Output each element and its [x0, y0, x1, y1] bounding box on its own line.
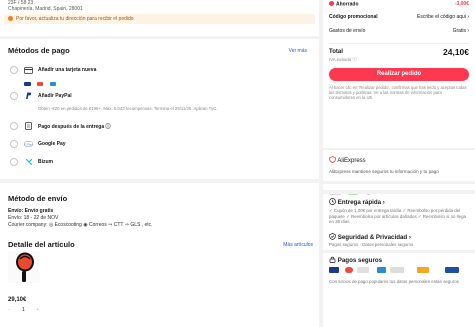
benefits-panel: Entrega rápida › ✓ Cupón de 1,00€ por en… [323, 184, 475, 327]
safekey-icon [390, 267, 404, 273]
total-label: Total [329, 49, 343, 55]
increase-button[interactable]: + [36, 307, 39, 313]
payment-method-google-pay[interactable]: G Pay Google Pay [10, 137, 310, 151]
promo-label: Código promocional [329, 14, 378, 20]
decrease-button[interactable]: − [8, 307, 11, 313]
legal-text: Al hacer clic en 'Realizar pedido', conf… [329, 85, 467, 101]
shield-icon [329, 156, 336, 163]
amex-icon [49, 81, 56, 86]
address-warning[interactable]: Por favor, actualiza tu dirección para r… [4, 14, 315, 24]
product-image[interactable] [8, 251, 40, 283]
order-summary-panel: Ahorrado -3,00€ Código promocional Escri… [323, 0, 475, 148]
address-panel: 23F / 58 23 Chapinería, Madrid, Spain, 2… [0, 0, 319, 36]
warning-text: Por favor, actualiza tu dirección para r… [16, 15, 134, 22]
shipping-cost-value[interactable]: Gratis › [453, 28, 469, 34]
visa-icon [24, 81, 31, 86]
more-items-link[interactable]: Más artículos [283, 242, 313, 248]
jcb-icon [445, 267, 459, 273]
item-title: Detalle del artículo [8, 240, 75, 249]
security-title[interactable]: Seguridad & Privacidad › [329, 233, 411, 241]
secure-payments-text: Con socios de pago populares tus datos p… [329, 279, 459, 284]
radio-button[interactable] [10, 122, 18, 130]
invoice-icon [24, 122, 33, 130]
padel-racket-icon [16, 252, 34, 282]
paypal-note: Obtén -€20 en pedidos de €199+. Máx. 5.0… [38, 106, 218, 111]
secure-payments-title: Pagos seguros [329, 256, 382, 264]
shipping-panel: Método de envío Envío: Envío gratis Enví… [0, 183, 319, 327]
payment-method-bizum[interactable]: Bizum [10, 155, 310, 169]
aliexpress-brand: AliExpress [329, 156, 366, 164]
vat-note: IVA incluido ⓘ [329, 57, 357, 62]
shield-check-icon [329, 233, 336, 240]
fast-delivery-text: ✓ Cupón de 1,00€ por entrega tardía ✓ Re… [329, 208, 466, 225]
payment-method-new-card[interactable]: Añadir una tarjeta nueva [10, 63, 310, 86]
courier-list: Courier company: ◎ Ecoscooting ◉ Correos… [8, 222, 153, 228]
address-city: Chapinería, Madrid, Spain, 28001 [8, 6, 83, 12]
section-gap [323, 250, 475, 253]
payment-methods-panel: Métodos de pago Ver más Añadir una tarje… [0, 39, 319, 179]
discover-icon [417, 267, 429, 273]
fast-delivery-title[interactable]: Entrega rápida › [329, 198, 385, 206]
radio-button[interactable] [10, 66, 18, 74]
shipping-cost-label: Gastos de envío [329, 28, 366, 34]
payment-partner-logos [329, 267, 469, 275]
amex-icon [377, 267, 386, 273]
trust-panel: AliExpress AliExpress mantiene seguros t… [323, 150, 475, 181]
warning-icon [8, 16, 13, 21]
mastercard-icon [37, 81, 44, 86]
promo-input[interactable]: Escribe el código aqui › [417, 14, 469, 20]
security-text: Pagos seguros · Datos personales seguros [329, 242, 414, 247]
shipping-title: Método de envío [8, 194, 68, 203]
payment-method-label: Añadir una tarjeta nueva [38, 66, 97, 73]
place-order-button[interactable]: Realizar pedido [329, 68, 469, 81]
shipping-type: Envío: Envío gratis [8, 208, 54, 214]
saved-row: Ahorrado -3,00€ [329, 1, 469, 9]
shipping-cost-row[interactable]: Gastos de envío Gratis › [329, 28, 469, 36]
item-price: 29,10€ [8, 297, 27, 303]
saved-value: -3,00€ [454, 1, 469, 7]
paypal-icon [24, 92, 33, 100]
see-more-link[interactable]: Ver más [289, 48, 307, 54]
promo-row[interactable]: Código promocional Escribe el código aqu… [329, 14, 469, 22]
divider [329, 43, 469, 44]
visa-icon [329, 267, 339, 273]
svg-text:G Pay: G Pay [24, 142, 33, 146]
lock-icon [329, 256, 336, 263]
clock-icon [329, 198, 336, 205]
payment-method-label: Pago después de la entrega ⓘ [38, 123, 111, 130]
payment-method-label: Añadir PayPal [38, 92, 72, 99]
radio-button[interactable] [10, 140, 18, 148]
trust-text: AliExpress mantiene seguros tu informaci… [329, 169, 439, 174]
quantity-value: 1 [22, 307, 25, 313]
payment-method-label: Google Pay [38, 140, 66, 147]
payment-title: Métodos de pago [8, 46, 70, 55]
saved-label: Ahorrado [329, 1, 359, 8]
quantity-stepper[interactable]: − 1 + [8, 307, 42, 315]
bizum-icon [24, 158, 33, 166]
apple-pay-icon [357, 267, 369, 273]
discount-icon [329, 1, 334, 6]
payment-method-label: Bizum [38, 158, 53, 165]
brand-name: AliExpress [337, 158, 366, 164]
shipping-date: Envío: 18 - 22 de NOV [8, 215, 59, 221]
payment-method-paypal[interactable]: Añadir PayPal [10, 89, 310, 103]
radio-button[interactable] [10, 92, 18, 100]
section-gap [323, 190, 475, 194]
mastercard-icon [345, 267, 353, 273]
credit-card-icon [24, 66, 33, 74]
google-pay-icon: G Pay [24, 140, 33, 148]
radio-button[interactable] [10, 158, 18, 166]
total-value: 24,10€ [443, 47, 469, 57]
payment-method-pay-later[interactable]: Pago después de la entrega ⓘ [10, 119, 310, 133]
